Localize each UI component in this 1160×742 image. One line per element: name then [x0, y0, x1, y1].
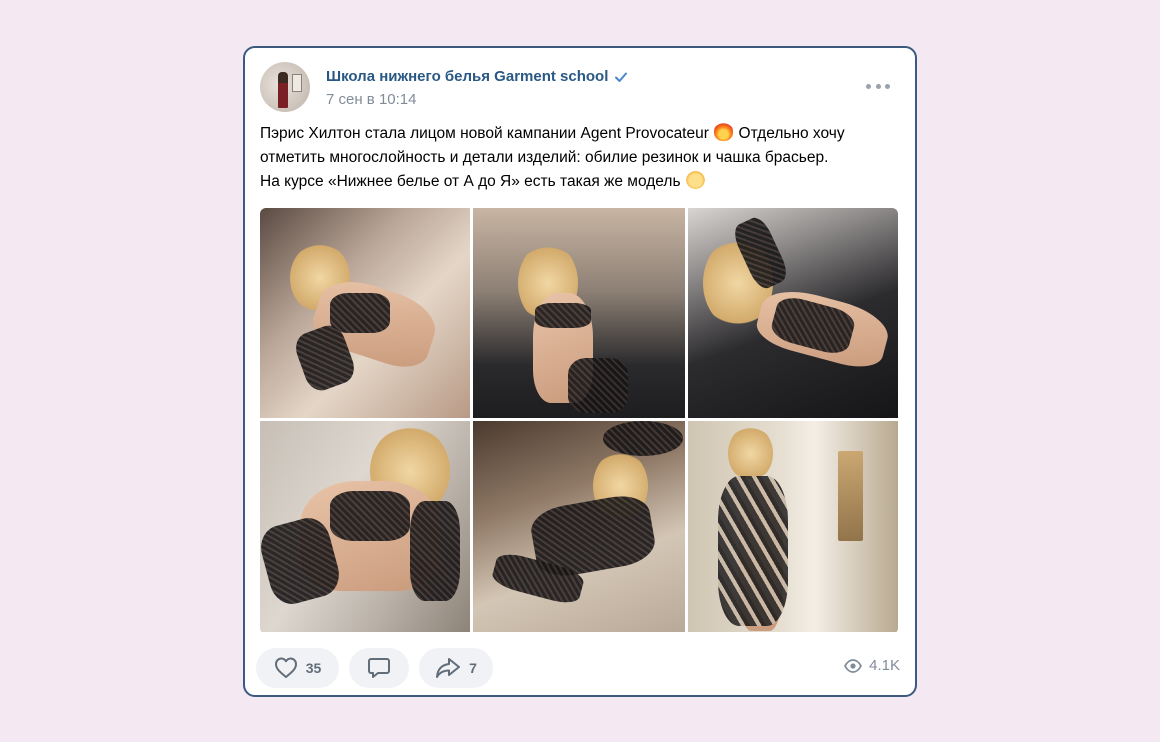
eye-icon [844, 658, 863, 673]
fire-emoji [714, 122, 734, 141]
share-button[interactable]: 7 [419, 648, 493, 688]
author-name[interactable]: Школа нижнего белья Garment school [326, 68, 608, 85]
gallery-photo-2[interactable] [473, 208, 685, 418]
post-header: Школа нижнего белья Garment school 7 сен… [260, 62, 900, 114]
photo-gallery [260, 208, 898, 634]
comment-bubble-icon [368, 658, 390, 678]
post-text-line-3: На курсе «Нижнее белье от А до Я» есть т… [260, 170, 900, 194]
gallery-photo-4[interactable] [260, 421, 470, 632]
comment-button[interactable] [349, 648, 409, 688]
verified-check-icon [615, 72, 628, 82]
raised-hands-emoji [685, 170, 705, 189]
avatar-figure [278, 72, 288, 108]
like-button[interactable]: 35 [256, 648, 339, 688]
share-count: 7 [469, 660, 477, 676]
post-text-line-1: Пэрис Хилтон стала лицом новой кампании … [260, 122, 900, 146]
like-count: 35 [305, 660, 322, 676]
views-count: 4.1K [869, 657, 900, 674]
more-dots-icon[interactable] [866, 80, 890, 92]
gallery-photo-3[interactable] [688, 208, 898, 418]
gallery-photo-5[interactable] [473, 421, 685, 632]
post-actions: 35 7 4.1K [256, 648, 900, 688]
views-counter: 4.1K [844, 657, 900, 674]
share-arrow-icon [436, 658, 461, 678]
gallery-photo-1[interactable] [260, 208, 470, 418]
post-date[interactable]: 7 сен в 10:14 [326, 91, 416, 108]
post-text: Пэрис Хилтон стала лицом новой кампании … [260, 122, 900, 194]
avatar-frame [292, 74, 302, 92]
avatar[interactable] [260, 62, 310, 112]
heart-icon [274, 657, 297, 678]
post-card: Школа нижнего белья Garment school 7 сен… [243, 46, 917, 697]
gallery-photo-6[interactable] [688, 421, 898, 632]
author-name-link[interactable]: Школа нижнего белья Garment school [326, 68, 628, 85]
post-text-line-2: отметить многослойность и детали изделий… [260, 149, 829, 166]
